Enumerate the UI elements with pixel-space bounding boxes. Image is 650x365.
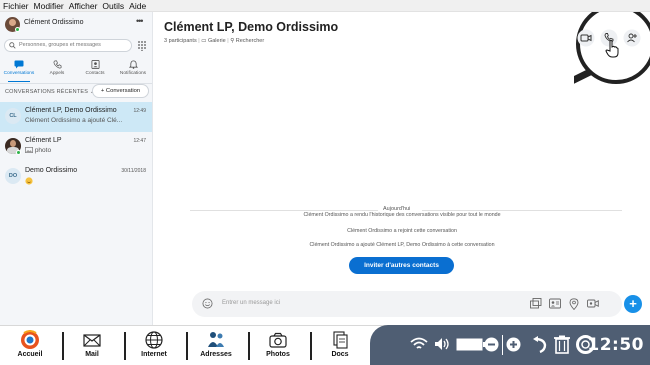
menu-fichier[interactable]: Fichier: [3, 0, 29, 11]
magnifier-overlay: [574, 12, 650, 84]
address-book-icon: [208, 332, 224, 347]
conversation-name: Clément LP, Demo Ordissimo: [25, 107, 117, 114]
taskbar-photos[interactable]: Photos: [248, 330, 308, 364]
search-conversation-link[interactable]: ⚲ Rechercher: [230, 38, 264, 44]
conversation-time: 12:49: [133, 108, 146, 114]
contact-card-icon[interactable]: [549, 298, 561, 309]
tab-contacts[interactable]: Contacts: [76, 58, 114, 80]
gallery-icon: ▭: [201, 38, 207, 44]
clock: 12:50: [587, 335, 644, 355]
search-icon: ⚲: [230, 38, 235, 44]
user-name[interactable]: Clément Ordissimo: [24, 19, 84, 26]
taskbar-internet[interactable]: Internet: [124, 330, 184, 364]
system-tray: 12:50: [370, 325, 650, 365]
taskbar-addresses[interactable]: Adresses: [186, 330, 246, 364]
plus-icon: +: [629, 296, 637, 311]
participants-link[interactable]: 3 participants: [164, 38, 197, 44]
volume-icon[interactable]: [434, 337, 452, 351]
contacts-icon: [90, 60, 100, 69]
conversation-preview: photo: [25, 147, 140, 154]
divider: [190, 210, 378, 211]
sidebar: Clément Ordissimo ••• Personnes, groupes…: [0, 12, 153, 325]
search-icon: [9, 42, 16, 49]
globe-icon: [145, 331, 163, 349]
home-logo-icon: [21, 330, 39, 349]
menu-outils[interactable]: Outils: [102, 0, 124, 11]
tab-notifications[interactable]: Notifications: [114, 58, 152, 80]
add-attachment-button[interactable]: +: [624, 295, 642, 313]
system-message: Clément Ordissimo a ajouté Clément LP, D…: [309, 242, 495, 248]
new-conversation-button[interactable]: + Conversation: [92, 84, 149, 98]
taskbar-mail[interactable]: Mail: [62, 330, 122, 364]
add-people-button[interactable]: [623, 29, 641, 47]
avatar: DO: [5, 168, 21, 184]
chat-icon: [14, 60, 24, 69]
emoji-icon[interactable]: [202, 298, 213, 309]
taskbar-home[interactable]: Accueil: [0, 330, 60, 364]
trash-icon[interactable]: [554, 335, 570, 354]
dialpad-icon[interactable]: [137, 40, 147, 51]
video-message-icon[interactable]: [587, 298, 599, 309]
divider: [422, 210, 622, 211]
menu-aide[interactable]: Aide: [129, 0, 146, 11]
conversation-name: Clément LP: [25, 137, 62, 144]
mail-icon: [83, 334, 101, 347]
wave-emoji-icon: [25, 177, 33, 185]
conversation-preview: Clément Ordissimo a ajouté Clé...: [25, 117, 123, 124]
menu-modifier[interactable]: Modifier: [34, 0, 64, 11]
conversation-name: Demo Ordissimo: [25, 167, 78, 174]
online-status-icon: [15, 27, 20, 32]
avatar: CL: [5, 108, 21, 124]
conversation-time: 12:47: [133, 138, 146, 144]
message-input-placeholder: Entrer un message ici: [222, 300, 281, 306]
sidebar-tabs: Conversations Appels Contacts Notificati…: [0, 58, 152, 82]
more-options-button[interactable]: •••: [136, 16, 144, 26]
camera-icon: [269, 332, 287, 348]
conversation-item-demo-ordissimo[interactable]: DO Demo Ordissimo 30/11/2018: [0, 162, 152, 192]
menu-bar: Fichier Modifier Afficher Outils Aide: [0, 0, 650, 12]
media-gallery-icon[interactable]: [530, 298, 542, 309]
system-message: Clément Ordissimo a rejoint cette conver…: [347, 228, 457, 234]
phone-icon: [53, 60, 61, 69]
menu-afficher[interactable]: Afficher: [69, 0, 98, 11]
gallery-link[interactable]: ▭ Galerie: [201, 38, 225, 44]
tab-conversations[interactable]: Conversations: [0, 58, 38, 82]
image-icon: [25, 147, 33, 153]
search-input[interactable]: Personnes, groupes et messages: [4, 39, 132, 52]
video-call-button[interactable]: [577, 29, 595, 47]
divider: [502, 335, 503, 355]
zoom-in-icon[interactable]: [506, 337, 521, 352]
taskbar-docs[interactable]: Docs: [310, 330, 370, 364]
conversation-subinfo: 3 participants | ▭ Galerie | ⚲ Recherche…: [164, 38, 265, 44]
conversation-preview: [25, 177, 140, 187]
zoom-out-icon[interactable]: [484, 337, 499, 352]
message-composer[interactable]: Entrer un message ici: [192, 291, 622, 317]
tab-calls[interactable]: Appels: [38, 58, 76, 80]
invite-contacts-button[interactable]: Inviter d'autres contacts: [349, 257, 454, 274]
chat-panel: Clément LP, Demo Ordissimo 3 participant…: [154, 12, 650, 325]
conversation-time: 30/11/2018: [121, 168, 146, 174]
conversation-item-clement-lp-demo[interactable]: CL Clément LP, Demo Ordissimo 12:49 Clém…: [0, 102, 152, 132]
conversation-title[interactable]: Clément LP, Demo Ordissimo: [164, 20, 338, 34]
conversation-item-clement-lp[interactable]: Clément LP 12:47 photo: [0, 132, 152, 162]
location-icon[interactable]: [569, 298, 579, 310]
bell-icon: [128, 60, 138, 69]
documents-icon: [333, 331, 348, 349]
online-status-icon: [16, 150, 21, 155]
system-message: Clément Ordissimo a rendu l'historique d…: [303, 212, 501, 218]
recent-conversations-label[interactable]: CONVERSATIONS RÉCENTES ⌄: [5, 89, 94, 95]
undo-arrow-icon[interactable]: [532, 336, 548, 353]
battery-icon: [456, 338, 486, 351]
wifi-icon[interactable]: [410, 337, 428, 351]
hand-pointer-icon: [605, 40, 619, 58]
search-placeholder: Personnes, groupes et messages: [19, 42, 101, 48]
